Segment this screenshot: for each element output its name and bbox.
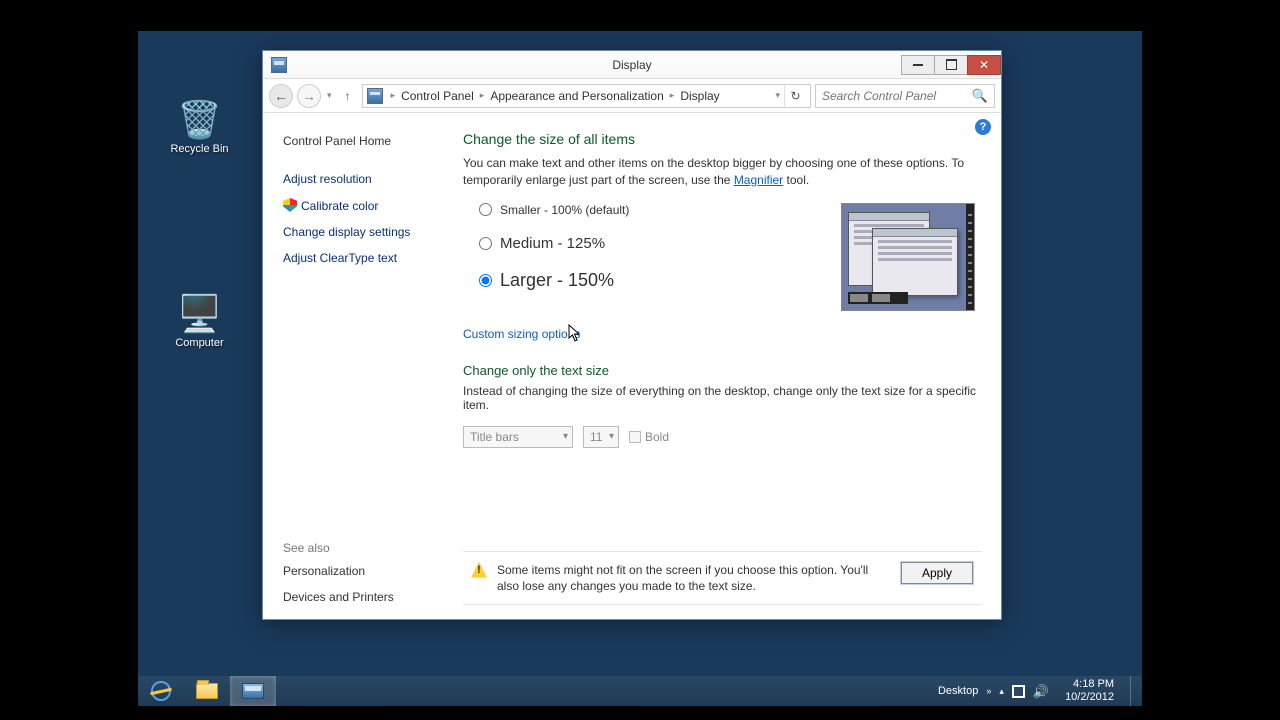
system-tray: Desktop » ▴ 🔊 4:18 PM 10/2/2012 xyxy=(934,676,1142,706)
clock[interactable]: 4:18 PM 10/2/2012 xyxy=(1057,678,1122,703)
main-content: Change the size of all items You can mak… xyxy=(453,113,1001,619)
radio-larger[interactable] xyxy=(479,274,492,287)
search-input[interactable] xyxy=(822,89,972,103)
radio-smaller[interactable] xyxy=(479,203,492,216)
apply-button[interactable]: Apply xyxy=(901,562,973,584)
radio-medium[interactable] xyxy=(479,237,492,250)
computer-label: Computer xyxy=(162,337,237,349)
history-dropdown[interactable]: ▾ xyxy=(325,90,334,101)
breadcrumb-item-control-panel[interactable]: Control Panel xyxy=(399,89,476,103)
heading-text-size: Change only the text size xyxy=(463,363,981,378)
control-panel-icon xyxy=(242,683,264,699)
bold-label: Bold xyxy=(645,430,669,444)
shield-icon xyxy=(283,198,297,212)
sidebar-link-adjust-cleartype[interactable]: Adjust ClearType text xyxy=(283,248,441,268)
back-button[interactable]: ← xyxy=(269,84,293,108)
sidebar-link-change-display-settings[interactable]: Change display settings xyxy=(283,222,441,242)
recycle-bin-icon: 🗑️ xyxy=(162,99,237,139)
tray-overflow-icon[interactable]: ▴ xyxy=(999,686,1004,697)
checkbox-box[interactable] xyxy=(629,431,641,443)
search-icon[interactable]: 🔍 xyxy=(972,88,988,104)
refresh-button[interactable]: ↻ xyxy=(784,85,806,107)
chevron-right-icon[interactable]: ▸ xyxy=(668,90,677,101)
radio-smaller-label: Smaller - 100% (default) xyxy=(500,203,629,217)
taskbar[interactable]: Desktop » ▴ 🔊 4:18 PM 10/2/2012 xyxy=(138,676,1142,706)
control-panel-window: Display ← → ▾ ↑ ▸ Control Panel ▸ Appear… xyxy=(262,50,1002,620)
breadcrumb[interactable]: ▸ Control Panel ▸ Appearance and Persona… xyxy=(362,84,811,108)
desktop-icon-computer[interactable]: 🖥️ Computer xyxy=(162,293,237,349)
desktop-icon-recycle-bin[interactable]: 🗑️ Recycle Bin xyxy=(162,99,237,155)
up-button[interactable]: ↑ xyxy=(338,86,358,106)
sidebar: Control Panel Home Adjust resolution Cal… xyxy=(263,113,453,619)
warning-icon xyxy=(471,562,487,578)
chevron-right-icon[interactable]: ▸ xyxy=(389,90,398,101)
show-desktop-button[interactable] xyxy=(1130,676,1138,706)
ie-icon xyxy=(151,681,171,701)
display-preview xyxy=(841,203,975,311)
radio-larger-label: Larger - 150% xyxy=(500,270,614,291)
chevron-down-icon[interactable]: ▾ xyxy=(773,90,782,101)
computer-icon: 🖥️ xyxy=(162,293,237,333)
see-also-personalization[interactable]: Personalization xyxy=(283,561,441,581)
help-icon[interactable]: ? xyxy=(975,119,991,135)
item-select[interactable]: Title bars xyxy=(463,426,573,448)
volume-icon[interactable]: 🔊 xyxy=(1033,685,1049,698)
magnifier-link[interactable]: Magnifier xyxy=(734,173,783,187)
sidebar-link-calibrate-color[interactable]: Calibrate color xyxy=(283,195,441,216)
location-icon xyxy=(367,88,383,104)
maximize-button[interactable] xyxy=(934,55,968,75)
warning-message: Some items might not fit on the screen i… xyxy=(497,562,891,594)
radio-medium-label: Medium - 125% xyxy=(500,235,605,252)
sidebar-link-adjust-resolution[interactable]: Adjust resolution xyxy=(283,169,441,189)
app-icon xyxy=(271,57,287,73)
desktop-toolbar-chevrons[interactable]: » xyxy=(986,686,991,696)
clock-time: 4:18 PM xyxy=(1065,678,1114,691)
search-box[interactable]: 🔍 xyxy=(815,84,995,108)
sidebar-home-link[interactable]: Control Panel Home xyxy=(283,131,441,151)
taskbar-explorer[interactable] xyxy=(184,676,230,706)
radio-option-smaller[interactable]: Smaller - 100% (default) xyxy=(479,203,821,217)
radio-option-larger[interactable]: Larger - 150% xyxy=(479,270,821,291)
folder-icon xyxy=(196,683,218,699)
bold-checkbox[interactable]: Bold xyxy=(629,430,669,444)
window-title: Display xyxy=(612,58,651,72)
chevron-right-icon[interactable]: ▸ xyxy=(478,90,487,101)
breadcrumb-item-appearance[interactable]: Appearance and Personalization xyxy=(488,89,665,103)
action-center-icon[interactable] xyxy=(1012,685,1025,698)
clock-date: 10/2/2012 xyxy=(1065,691,1114,704)
radio-option-medium[interactable]: Medium - 125% xyxy=(479,235,821,252)
minimize-button[interactable] xyxy=(901,55,935,75)
recycle-bin-label: Recycle Bin xyxy=(162,143,237,155)
size-select[interactable]: 11 xyxy=(583,426,619,448)
sidebar-link-label: Calibrate color xyxy=(301,199,378,213)
close-button[interactable] xyxy=(967,55,1001,75)
custom-sizing-link[interactable]: Custom sizing options xyxy=(463,327,580,341)
titlebar[interactable]: Display xyxy=(263,51,1001,79)
taskbar-control-panel[interactable] xyxy=(230,676,276,706)
breadcrumb-item-display[interactable]: Display xyxy=(678,89,721,103)
see-also-devices-printers[interactable]: Devices and Printers xyxy=(283,587,441,607)
forward-button[interactable]: → xyxy=(297,84,321,108)
warning-bar: Some items might not fit on the screen i… xyxy=(463,551,981,605)
description-2: Instead of changing the size of everythi… xyxy=(463,384,981,412)
desktop-toolbar-label[interactable]: Desktop xyxy=(938,685,978,697)
navigation-bar: ← → ▾ ↑ ▸ Control Panel ▸ Appearance and… xyxy=(263,79,1001,113)
see-also-heading: See also xyxy=(283,481,441,555)
taskbar-ie[interactable] xyxy=(138,676,184,706)
description-1: You can make text and other items on the… xyxy=(463,155,981,189)
heading-change-size: Change the size of all items xyxy=(463,131,981,147)
